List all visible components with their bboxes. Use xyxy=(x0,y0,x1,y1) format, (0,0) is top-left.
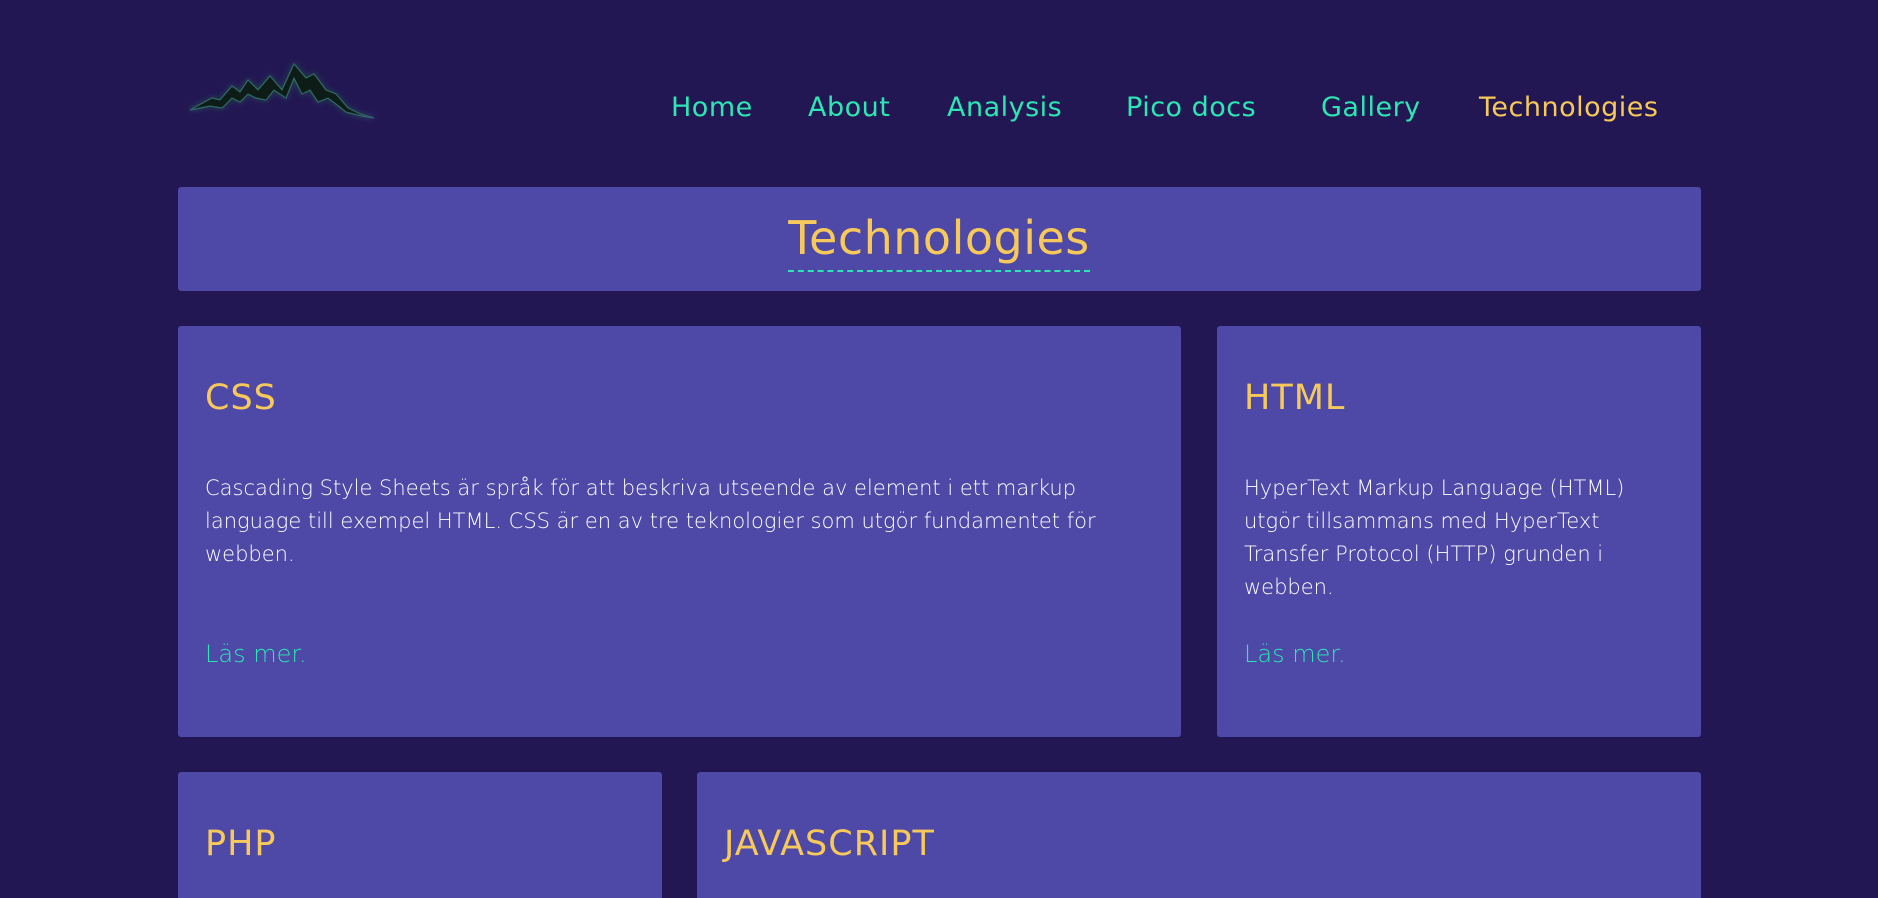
card-description: Cascading Style Sheets är språk för att … xyxy=(205,476,1096,566)
page: Home About Analysis Pico docs Gallery Te… xyxy=(0,0,1878,898)
card-title: PHP xyxy=(205,824,277,864)
page-title: Technologies xyxy=(0,208,1878,272)
card-description: HyperText Markup Language (HTML) utgör t… xyxy=(1244,476,1625,599)
read-more-link[interactable]: Läs mer. xyxy=(1244,640,1346,668)
card-title: CSS xyxy=(205,378,277,418)
card-css: CSS Cascading Style Sheets är språk för … xyxy=(178,326,1181,737)
nav-about-link[interactable]: About xyxy=(808,88,890,128)
nav-analysis-link[interactable]: Analysis xyxy=(947,88,1062,128)
main-nav: Home About Analysis Pico docs Gallery Te… xyxy=(0,88,1878,128)
card-javascript: JAVASCRIPT xyxy=(697,772,1701,898)
card-html: HTML HyperText Markup Language (HTML) ut… xyxy=(1217,326,1701,737)
nav-home-link[interactable]: Home xyxy=(671,88,753,128)
read-more-link[interactable]: Läs mer. xyxy=(205,640,307,668)
nav-gallery-link[interactable]: Gallery xyxy=(1321,88,1421,128)
page-title-text: Technologies xyxy=(788,208,1090,272)
card-title: HTML xyxy=(1244,378,1346,418)
nav-technologies-link[interactable]: Technologies xyxy=(1479,88,1658,128)
card-title: JAVASCRIPT xyxy=(724,824,935,864)
nav-pico-docs-link[interactable]: Pico docs xyxy=(1126,88,1256,128)
card-php: PHP xyxy=(178,772,662,898)
